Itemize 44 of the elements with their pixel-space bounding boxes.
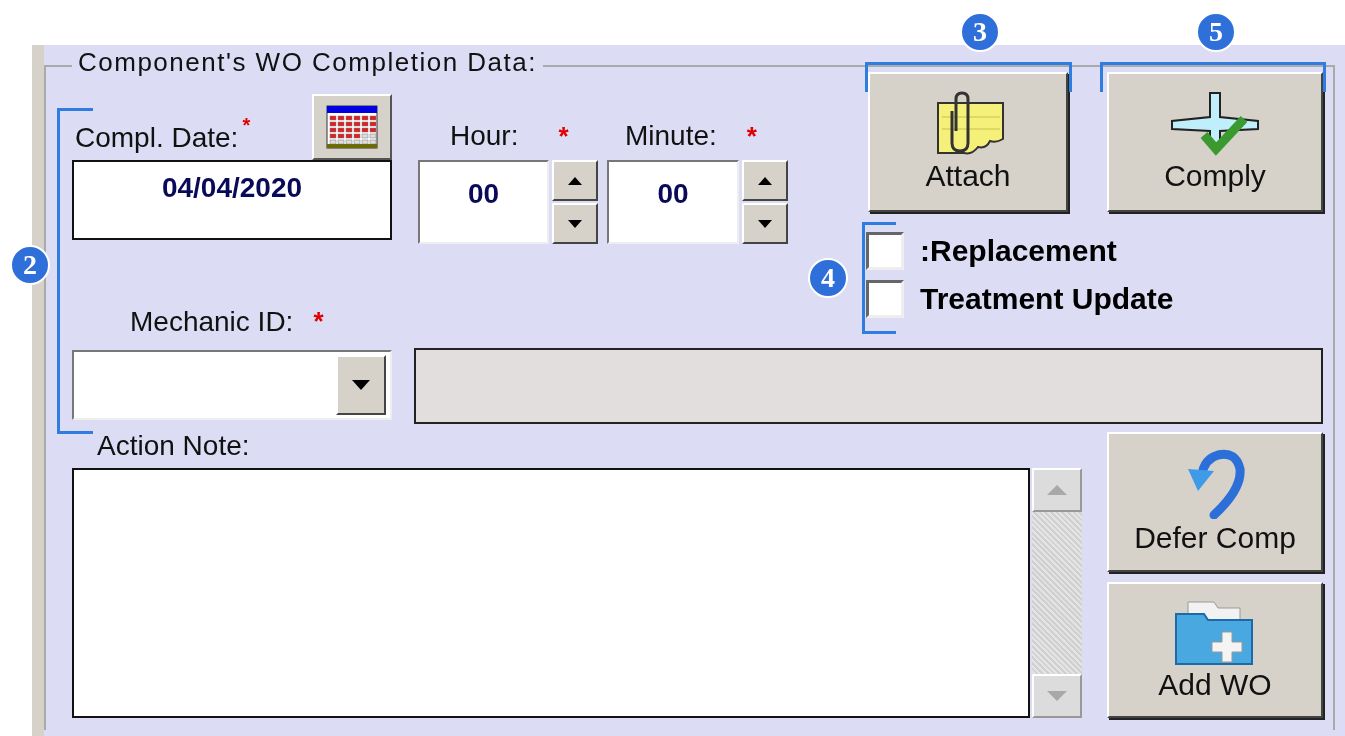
field-label: Hour: bbox=[450, 120, 519, 152]
caret-icon bbox=[352, 380, 370, 390]
field-label: Compl. Date: bbox=[75, 122, 239, 154]
checkbox-label: Treatment Update bbox=[920, 282, 1174, 316]
scroll-up-button[interactable] bbox=[1032, 468, 1082, 512]
callout-number: 2 bbox=[10, 245, 50, 285]
checkbox-label: :Replacement bbox=[920, 234, 1117, 268]
field-label: Mechanic ID: bbox=[130, 306, 294, 338]
required-mark: * bbox=[242, 114, 251, 137]
spin-up-button[interactable] bbox=[742, 160, 788, 201]
required-mark: * bbox=[313, 306, 324, 337]
number-field[interactable]: 00 bbox=[607, 160, 739, 244]
checkbox[interactable] bbox=[866, 232, 904, 270]
spin-up-button[interactable] bbox=[552, 160, 598, 201]
scroll-down-button[interactable] bbox=[1032, 674, 1082, 718]
down-arrow-icon bbox=[758, 219, 772, 228]
spin-down-button[interactable] bbox=[742, 203, 788, 244]
required-mark: * bbox=[558, 121, 569, 152]
defer-comp-button[interactable]: Defer Comp bbox=[1107, 432, 1323, 572]
checkbox[interactable] bbox=[866, 280, 904, 318]
spin-down-button[interactable] bbox=[552, 203, 598, 244]
comply-button[interactable]: Comply bbox=[1107, 72, 1323, 212]
airplane-check-icon bbox=[1170, 91, 1260, 157]
callout-number: 3 bbox=[960, 12, 1000, 52]
action-note-field[interactable] bbox=[72, 468, 1030, 718]
scrollbar[interactable] bbox=[1032, 468, 1082, 718]
up-arrow-icon bbox=[1047, 485, 1067, 495]
attach-button[interactable]: Attach bbox=[868, 72, 1068, 212]
required-mark: * bbox=[746, 121, 757, 152]
mechanic-dropdown[interactable] bbox=[72, 350, 392, 420]
date-field[interactable]: 04/04/2020 bbox=[72, 160, 392, 240]
field-label: Minute: bbox=[625, 120, 717, 152]
down-arrow-icon bbox=[1047, 691, 1067, 701]
callout-number: 5 bbox=[1196, 12, 1236, 52]
field-label: Action Note: bbox=[96, 430, 251, 462]
folder-plus-icon bbox=[1174, 598, 1256, 666]
number-field[interactable]: 00 bbox=[418, 160, 549, 244]
up-arrow-icon bbox=[568, 176, 582, 185]
calendar-icon bbox=[326, 105, 378, 149]
add-wo-button[interactable]: Add WO bbox=[1107, 582, 1323, 718]
calendar-button[interactable] bbox=[312, 94, 392, 160]
dropdown-button[interactable] bbox=[336, 355, 386, 415]
up-arrow-icon bbox=[758, 176, 772, 185]
down-arrow-icon bbox=[568, 219, 582, 228]
